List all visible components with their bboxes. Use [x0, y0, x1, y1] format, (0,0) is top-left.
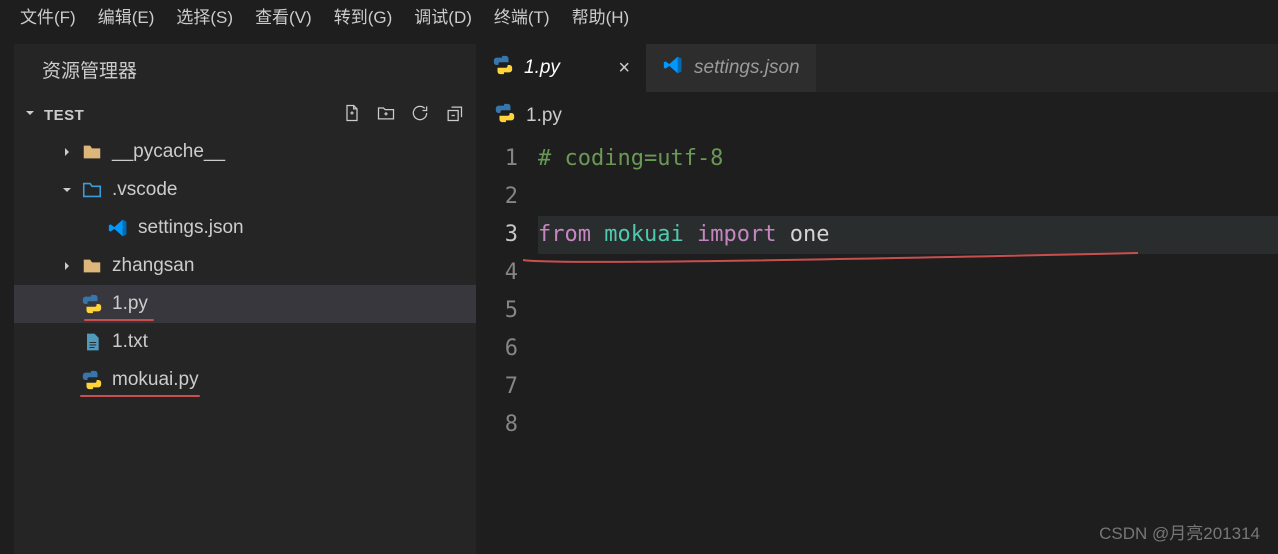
- code-content[interactable]: # coding=utf-8 from mokuai import one: [538, 140, 1278, 444]
- new-folder-icon[interactable]: [376, 103, 396, 127]
- tree-item-label: mokuai.py: [112, 369, 199, 391]
- tree-file-mokuaipy[interactable]: mokuai.py: [14, 361, 476, 399]
- breadcrumb-label: 1.py: [526, 105, 562, 127]
- python-icon: [80, 293, 104, 315]
- folder-vscode-icon: [80, 179, 104, 201]
- file-tree: __pycache__ .vscode settings.json zhangs…: [14, 133, 476, 399]
- explorer-sidebar: 资源管理器 TEST __pycache__: [14, 44, 476, 554]
- line-gutter: 1 2 3 4 5 6 7 8: [476, 140, 538, 444]
- python-icon: [80, 369, 104, 391]
- tabbar: 1.py × settings.json: [476, 44, 1278, 92]
- menu-view[interactable]: 查看(V): [245, 1, 322, 30]
- menu-terminal[interactable]: 终端(T): [484, 1, 560, 30]
- breadcrumb[interactable]: 1.py: [476, 92, 1278, 140]
- sidebar-title: 资源管理器: [14, 44, 476, 99]
- vscode-icon: [106, 217, 130, 239]
- menu-debug[interactable]: 调试(D): [404, 1, 482, 30]
- tree-item-label: settings.json: [138, 217, 244, 239]
- menubar: 文件(F) 编辑(E) 选择(S) 查看(V) 转到(G) 调试(D) 终端(T…: [0, 0, 1278, 30]
- tab-settings-json[interactable]: settings.json: [646, 44, 816, 92]
- tree-item-label: zhangsan: [112, 255, 194, 277]
- tab-label: 1.py: [524, 57, 560, 79]
- menu-help[interactable]: 帮助(H): [562, 1, 640, 30]
- chevron-right-icon: [58, 258, 76, 274]
- chevron-down-icon: [22, 105, 38, 125]
- tree-folder-zhangsan[interactable]: zhangsan: [14, 247, 476, 285]
- tab-label: settings.json: [694, 57, 800, 79]
- editor-pane: 1.py × settings.json 1.py 1 2 3 4 5 6 7 …: [476, 44, 1278, 554]
- code-editor[interactable]: 1 2 3 4 5 6 7 8 # coding=utf-8 from moku…: [476, 140, 1278, 444]
- section-label: TEST: [44, 107, 84, 124]
- python-icon: [492, 54, 514, 82]
- explorer-section-header[interactable]: TEST: [14, 99, 476, 133]
- tree-folder-vscode[interactable]: .vscode: [14, 171, 476, 209]
- menu-edit[interactable]: 编辑(E): [88, 1, 165, 30]
- folder-icon: [80, 141, 104, 163]
- tree-item-label: .vscode: [112, 179, 177, 201]
- menu-go[interactable]: 转到(G): [324, 1, 403, 30]
- vscode-icon: [662, 54, 684, 82]
- python-icon: [494, 102, 516, 130]
- chevron-right-icon: [58, 144, 76, 160]
- collapse-all-icon[interactable]: [444, 103, 464, 127]
- tree-file-settings-json[interactable]: settings.json: [14, 209, 476, 247]
- menu-file[interactable]: 文件(F): [10, 1, 86, 30]
- annotation-underline: [80, 395, 200, 397]
- chevron-down-icon: [58, 182, 76, 198]
- menu-selection[interactable]: 选择(S): [166, 1, 243, 30]
- file-txt-icon: [80, 331, 104, 353]
- new-file-icon[interactable]: [342, 103, 362, 127]
- tree-file-1py[interactable]: 1.py: [14, 285, 476, 323]
- tree-file-1txt[interactable]: 1.txt: [14, 323, 476, 361]
- tree-item-label: 1.py: [112, 293, 148, 315]
- tree-folder-pycache[interactable]: __pycache__: [14, 133, 476, 171]
- code-comment: # coding=utf-8: [538, 146, 723, 171]
- tree-item-label: 1.txt: [112, 331, 148, 353]
- close-icon[interactable]: ×: [618, 57, 630, 80]
- refresh-icon[interactable]: [410, 103, 430, 127]
- tab-1py[interactable]: 1.py ×: [476, 44, 646, 92]
- annotation-underline: [84, 319, 154, 321]
- tree-item-label: __pycache__: [112, 141, 225, 163]
- folder-icon: [80, 255, 104, 277]
